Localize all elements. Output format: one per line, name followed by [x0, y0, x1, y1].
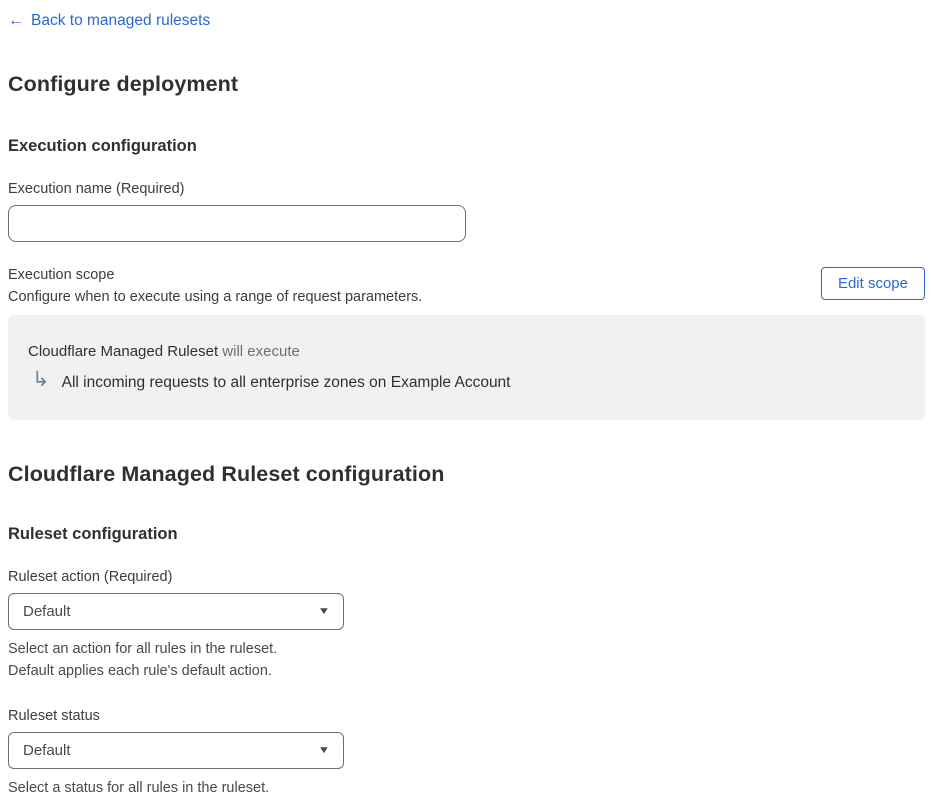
scope-summary-panel: Cloudflare Managed Ruleset will execute … — [8, 315, 925, 420]
execution-scope-description: Configure when to execute using a range … — [8, 289, 423, 305]
edit-scope-button[interactable]: Edit scope — [820, 267, 925, 300]
execution-name-input[interactable] — [8, 205, 466, 242]
ruleset-action-help: Select an action for all rules in the ru… — [8, 638, 925, 682]
page-title: Configure deployment — [8, 72, 239, 96]
ruleset-status-selected-value: Default — [23, 742, 71, 759]
ruleset-name-text: Cloudflare Managed Ruleset — [28, 343, 219, 360]
will-execute-text: will execute — [218, 343, 300, 360]
configure-deployment-page: ← Back to managed rulesets Configure dep… — [0, 0, 931, 799]
back-link-label: Back to managed rulesets — [31, 12, 211, 29]
branch-arrow-icon: ↳ — [32, 368, 50, 391]
execution-scope-label: Execution scope — [8, 267, 115, 283]
ruleset-action-help-line1: Select an action for all rules in the ru… — [8, 641, 278, 657]
ruleset-configuration-subheading: Ruleset configuration — [8, 525, 178, 543]
execution-configuration-heading: Execution configuration — [8, 137, 197, 155]
ruleset-action-help-line2: Default applies each rule's default acti… — [8, 663, 272, 679]
ruleset-action-selected-value: Default — [23, 603, 71, 620]
scope-summary-sentence: Cloudflare Managed Ruleset will execute — [28, 343, 905, 360]
ruleset-action-label: Ruleset action (Required) — [8, 569, 173, 585]
ruleset-status-help-line1: Select a status for all rules in the rul… — [8, 780, 270, 796]
execution-name-label: Execution name (Required) — [8, 181, 185, 197]
execution-scope-text: Execution scope Configure when to execut… — [8, 267, 422, 305]
ruleset-status-select[interactable]: Default ▼ — [8, 732, 344, 769]
chevron-down-icon: ▼ — [317, 745, 331, 756]
back-to-managed-rulesets-link[interactable]: ← Back to managed rulesets — [8, 12, 210, 30]
ruleset-action-select[interactable]: Default ▼ — [8, 593, 344, 630]
scope-target-row: ↳ All incoming requests to all enterpris… — [28, 368, 905, 393]
scope-target-text: All incoming requests to all enterprise … — [61, 373, 511, 391]
ruleset-status-help: Select a status for all rules in the rul… — [8, 777, 925, 799]
execution-scope-row: Execution scope Configure when to execut… — [8, 267, 925, 305]
back-arrow-icon: ← — [8, 12, 24, 29]
chevron-down-icon: ▼ — [317, 606, 331, 617]
ruleset-configuration-heading: Cloudflare Managed Ruleset configuration — [8, 462, 445, 486]
ruleset-status-label: Ruleset status — [8, 708, 100, 724]
